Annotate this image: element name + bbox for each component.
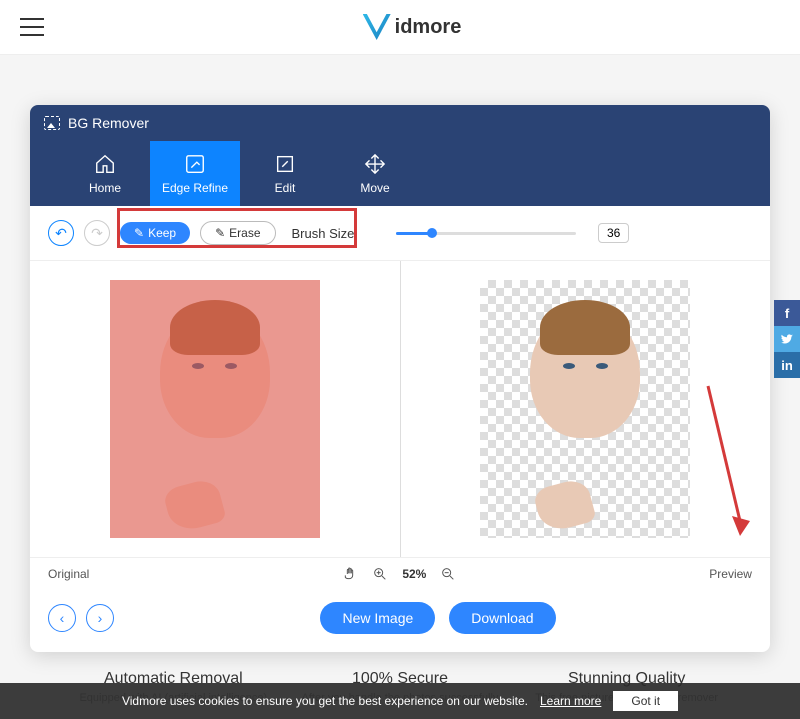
zoom-value: 52% [402, 567, 426, 581]
tab-label: Edge Refine [162, 181, 228, 195]
edge-refine-toolbar: ↶ ↷ ✎ Keep ✎ Erase Brush Size: 36 [30, 206, 770, 260]
slider-thumb[interactable] [427, 228, 437, 238]
home-icon [94, 153, 116, 175]
edge-refine-icon [184, 153, 206, 175]
brush-size-label: Brush Size: [292, 226, 358, 241]
brush-size-value: 36 [598, 223, 629, 243]
cookie-learn-more-link[interactable]: Learn more [540, 694, 601, 708]
top-header: idmore [0, 0, 800, 55]
cookie-banner: Vidmore uses cookies to ensure you get t… [0, 683, 800, 719]
original-image [110, 280, 320, 538]
annotation-arrow [700, 381, 750, 541]
tab-label: Edit [275, 181, 296, 195]
app-titlebar: BG Remover [30, 105, 770, 141]
facebook-share-button[interactable]: f [774, 300, 800, 326]
status-bar: Original 52% Preview [30, 558, 770, 590]
hamburger-menu-icon[interactable] [20, 18, 44, 36]
download-button[interactable]: Download [449, 602, 555, 634]
mask-overlay [110, 280, 320, 538]
tab-move[interactable]: Move [330, 141, 420, 206]
brush-size-slider[interactable] [396, 232, 576, 235]
tab-edit[interactable]: Edit [240, 141, 330, 206]
redo-button[interactable]: ↷ [84, 220, 110, 246]
original-label: Original [48, 567, 89, 581]
app-tabs: Home Edge Refine Edit Move [30, 141, 770, 206]
twitter-share-button[interactable] [774, 326, 800, 352]
zoom-in-icon[interactable] [372, 566, 388, 582]
bottom-actions: ‹ › New Image Download [30, 590, 770, 652]
main-area: BG Remover Home Edge Refine Edit Move ↶ … [0, 55, 800, 704]
brand-logo[interactable]: idmore [363, 14, 462, 40]
preview-image [480, 280, 690, 538]
tab-label: Move [360, 181, 389, 195]
next-button[interactable]: › [86, 604, 114, 632]
erase-button[interactable]: ✎ Erase [200, 221, 275, 245]
edit-icon [274, 153, 296, 175]
tab-home[interactable]: Home [60, 141, 150, 206]
social-rail: f in [774, 300, 800, 378]
cookie-accept-button[interactable]: Got it [613, 691, 678, 711]
brand-name: idmore [395, 16, 462, 39]
zoom-controls: 52% [342, 566, 456, 582]
keep-button[interactable]: ✎ Keep [120, 222, 190, 244]
new-image-button[interactable]: New Image [320, 602, 435, 634]
preview-panel[interactable] [401, 261, 771, 557]
tab-edge-refine[interactable]: Edge Refine [150, 141, 240, 206]
undo-button[interactable]: ↶ [48, 220, 74, 246]
zoom-out-icon[interactable] [440, 566, 456, 582]
linkedin-share-button[interactable]: in [774, 352, 800, 378]
app-title: BG Remover [68, 115, 149, 131]
tab-label: Home [89, 181, 121, 195]
original-panel[interactable] [30, 261, 401, 557]
move-icon [364, 153, 386, 175]
cookie-text: Vidmore uses cookies to ensure you get t… [122, 694, 528, 708]
hand-tool-icon[interactable] [342, 566, 358, 582]
preview-label: Preview [709, 567, 752, 581]
canvas-area [30, 260, 770, 558]
app-window: BG Remover Home Edge Refine Edit Move ↶ … [30, 105, 770, 652]
prev-button[interactable]: ‹ [48, 604, 76, 632]
bg-remover-icon [44, 116, 60, 130]
logo-mark-icon [363, 14, 391, 40]
